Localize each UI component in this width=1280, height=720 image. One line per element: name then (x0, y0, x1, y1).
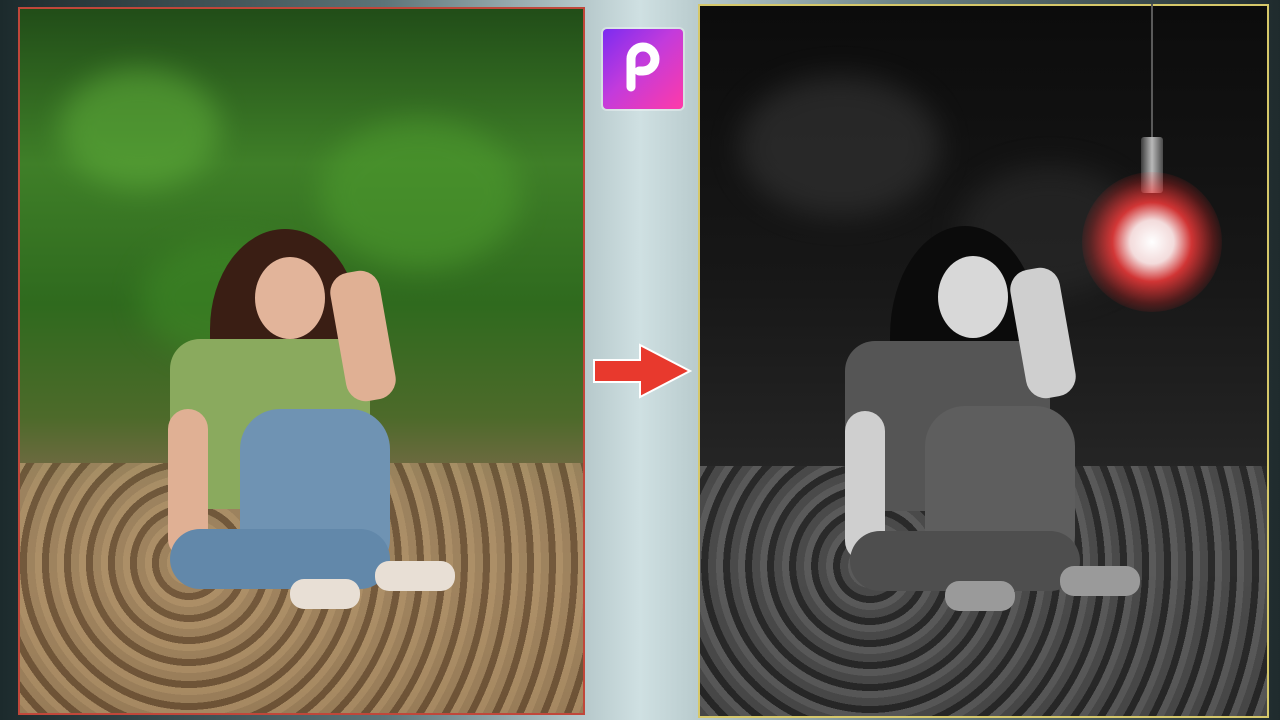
picsart-logo-icon (603, 29, 683, 109)
before-photo (18, 7, 585, 715)
after-photo (698, 4, 1269, 718)
seated-woman (700, 6, 1267, 716)
light-bulb-icon (1082, 172, 1222, 312)
bulb-cord (1151, 4, 1153, 139)
seated-woman (20, 9, 583, 713)
right-arrow-icon (593, 343, 692, 399)
